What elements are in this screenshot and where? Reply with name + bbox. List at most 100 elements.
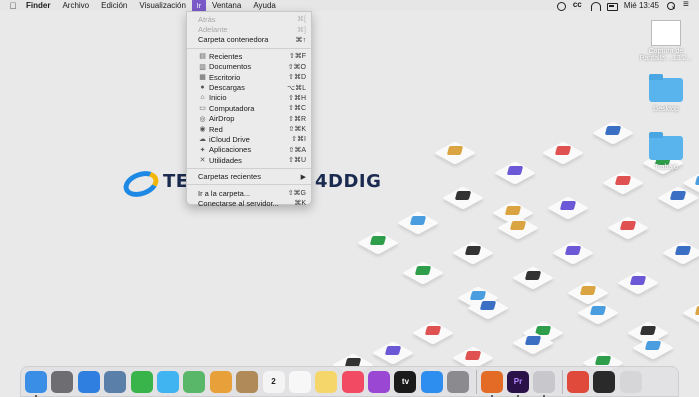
battery-icon[interactable] — [606, 2, 618, 11]
menu-item-shortcut: ⇧⌘R — [288, 115, 306, 123]
menu-ir[interactable]: Ir — [191, 0, 206, 12]
maps-app-icon[interactable] — [183, 370, 206, 393]
computer-icon: ▭ — [199, 105, 206, 113]
menu-item-recientes[interactable]: ▤ Recientes ⇧⌘F — [187, 51, 311, 61]
trash-app-icon[interactable] — [619, 370, 642, 393]
record-status-icon[interactable] — [556, 1, 566, 11]
menu-item-label: Carpetas recientes — [198, 172, 261, 182]
utilities-icon: ✕ — [199, 157, 206, 165]
tile-glyph-icon — [479, 301, 497, 310]
menu-visualizacion[interactable]: Visualización — [133, 0, 192, 11]
desktop-screenshot-file[interactable]: Captura de Pantalla ...13.2... — [639, 20, 693, 62]
music-app-icon[interactable] — [341, 370, 364, 393]
menu-item-shortcut: ⇧⌘C — [288, 105, 306, 113]
screenshot-app-icon[interactable] — [533, 370, 556, 397]
brand-text-left: TE — [163, 170, 189, 192]
menu-item-shortcut: ⇧⌘U — [288, 157, 306, 165]
menu-item-icloud-drive[interactable]: ☁ iCloud Drive ⇧⌘I — [187, 134, 311, 144]
desktop-folder-trabajo[interactable]: Trabajo — [639, 132, 693, 171]
notification-center-icon[interactable] — [683, 0, 693, 10]
menu-item-aplicaciones[interactable]: ✦ Aplicaciones ⇧⌘A — [187, 145, 311, 155]
apple-menu-icon[interactable]:  — [6, 1, 20, 11]
tv-app-icon[interactable]: tv — [394, 370, 417, 393]
wallpaper-tile — [550, 240, 596, 270]
app-store-app-icon[interactable] — [420, 370, 443, 393]
tile-glyph-icon — [614, 176, 632, 185]
menu-item-ir-a-la-carpeta[interactable]: Ir a la carpeta... ⇧⌘G — [187, 188, 311, 198]
applications-icon: ✦ — [199, 146, 206, 154]
wifi-icon[interactable] — [590, 1, 601, 11]
menu-item-shortcut: ⌘] — [297, 26, 306, 34]
menu-item-descargas[interactable]: ● Descargas ⌥⌘L — [187, 82, 311, 92]
menu-item-adelante[interactable]: Adelante ⌘] — [187, 24, 311, 34]
menu-ayuda[interactable]: Ayuda — [247, 0, 282, 11]
menu-ventana[interactable]: Ventana — [206, 0, 247, 11]
tile-glyph-icon — [594, 356, 612, 365]
brand-text-right: 4DDIG — [315, 171, 382, 192]
folder-icon — [649, 74, 683, 102]
tile-glyph-icon — [524, 271, 542, 280]
menu-item-conectarse-al-servidor[interactable]: Conectarse al servidor... ⌘K — [187, 198, 311, 208]
wallpaper-tile — [545, 195, 591, 225]
dock-separator — [561, 369, 563, 394]
control-center-icon[interactable] — [573, 0, 583, 10]
menu-item-documentos[interactable]: ▥ Documentos ⇧⌘O — [187, 62, 311, 72]
messages-app-icon[interactable] — [156, 370, 179, 393]
podcasts-app-icon[interactable] — [368, 370, 391, 393]
firefox-app-icon[interactable] — [480, 370, 503, 397]
menu-item-label: Recientes — [209, 51, 243, 61]
menu-item-utilidades[interactable]: ✕ Utilidades ⇧⌘U — [187, 155, 311, 165]
menu-item-label: Aplicaciones — [209, 145, 252, 155]
spotlight-search-icon[interactable] — [666, 1, 676, 10]
menu-item-label: Computadora — [209, 103, 255, 113]
premiere-app-icon[interactable]: Pr — [507, 370, 530, 397]
tile-glyph-icon — [524, 336, 542, 345]
menu-item-red[interactable]: ◉ Red ⇧⌘K — [187, 124, 311, 134]
safari-app-icon[interactable] — [77, 370, 100, 393]
tile-glyph-icon — [506, 166, 524, 175]
menu-item-label: Adelante — [198, 25, 228, 35]
menu-item-carpeta-contenedora[interactable]: Carpeta contenedora ⌘↑ — [187, 35, 311, 45]
menu-item-shortcut: ⇧⌘D — [288, 74, 306, 82]
photos-app-icon[interactable] — [209, 370, 232, 393]
menu-item-carpetas-recientes[interactable]: Carpetas recientes ▶ — [187, 171, 311, 181]
preview-app-icon[interactable] — [104, 370, 127, 393]
menu-item-atras[interactable]: Atrás ⌘[ — [187, 14, 311, 24]
menu-item-inicio[interactable]: ⌂ Inicio ⇧⌘H — [187, 93, 311, 103]
wallpaper-tile — [655, 185, 699, 215]
terminal-app-icon[interactable] — [593, 370, 616, 393]
finder-app-icon[interactable] — [25, 370, 47, 397]
wallpaper-tile — [492, 160, 538, 190]
tile-glyph-icon — [464, 246, 482, 255]
calendar-app-icon[interactable]: 2 — [262, 370, 285, 393]
menu-item-shortcut: ⌘↑ — [295, 36, 307, 44]
menu-item-label: Descargas — [209, 83, 245, 93]
tile-glyph-icon — [644, 341, 662, 350]
contacts-app-icon[interactable] — [236, 370, 259, 393]
menu-archivo[interactable]: Archivo — [56, 0, 95, 11]
launchpad-app-icon[interactable] — [51, 370, 74, 393]
menu-edicion[interactable]: Edición — [95, 0, 133, 11]
menu-item-airdrop[interactable]: ◎ AirDrop ⇧⌘R — [187, 114, 311, 124]
tile-glyph-icon — [409, 216, 427, 225]
notes-app-icon[interactable] — [315, 370, 338, 393]
wallpaper-tile — [450, 240, 496, 270]
menu-item-label: Inicio — [209, 93, 227, 103]
system-preferences-app-icon[interactable] — [447, 370, 470, 393]
dock: 2 tv Pr — [20, 366, 679, 397]
menu-item-computadora[interactable]: ▭ Computadora ⇧⌘C — [187, 103, 311, 113]
pdf-app-icon[interactable] — [566, 370, 589, 393]
tile-glyph-icon — [589, 306, 607, 315]
menu-item-shortcut: ⌘K — [294, 200, 306, 208]
facetime-app-icon[interactable] — [130, 370, 153, 393]
menu-item-escritorio[interactable]: ▦ Escritorio ⇧⌘D — [187, 72, 311, 82]
brand-logo: TE 4DDIG — [121, 168, 381, 194]
desktop-folder-desktop[interactable]: Desktop — [639, 74, 693, 113]
reminders-app-icon[interactable] — [288, 370, 311, 393]
menu-finder[interactable]: Finder — [20, 0, 56, 11]
tile-glyph-icon — [554, 146, 572, 155]
tile-glyph-icon — [559, 201, 577, 210]
clock[interactable]: Mié 13:45 — [624, 1, 659, 10]
downloads-icon: ● — [200, 84, 205, 92]
wallpaper-tile — [440, 185, 486, 215]
